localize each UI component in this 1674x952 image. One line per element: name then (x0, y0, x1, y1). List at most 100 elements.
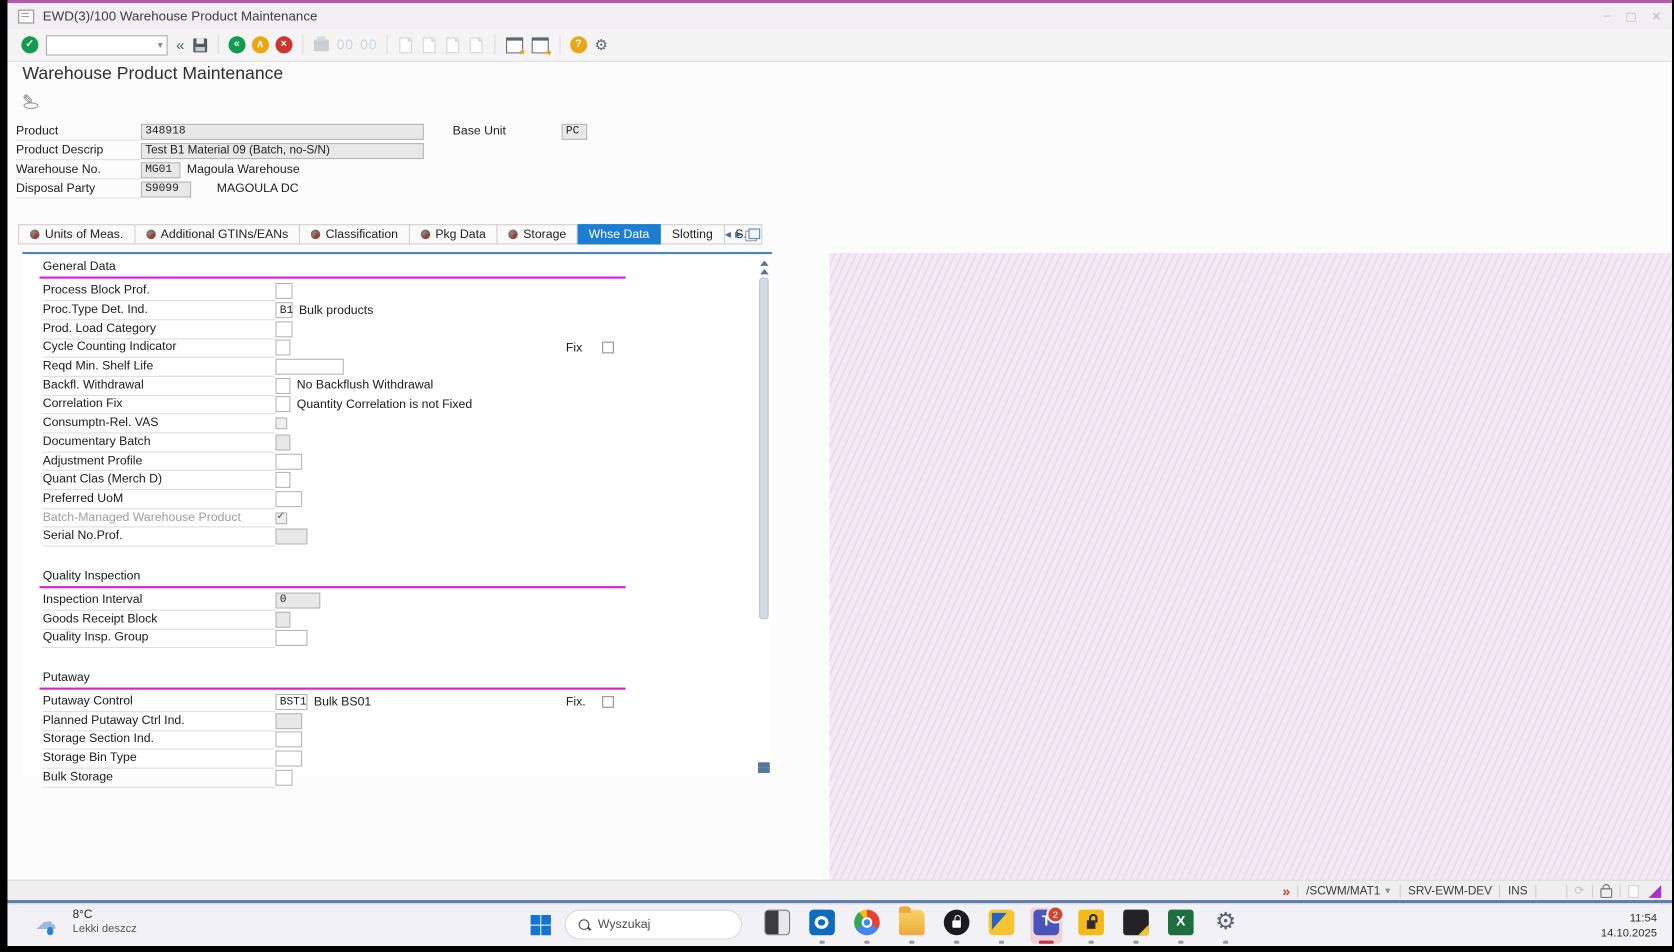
field-input-storage-section-ind[interactable] (275, 731, 303, 748)
exit-button[interactable]: ∧ (251, 36, 269, 54)
back-button[interactable]: « (228, 36, 246, 54)
field-input-putaway-control[interactable]: BST1 (275, 694, 308, 711)
tab-label: Pkg Data (435, 227, 486, 241)
field-input-inspection-interval[interactable]: 0 (275, 592, 321, 609)
tab-scroll-left-icon[interactable]: ◂ (725, 227, 731, 241)
field-input-cycle-counting-indicator[interactable] (275, 339, 291, 356)
notification-badge: 2 (1046, 905, 1065, 924)
field-input-bulk-storage[interactable] (275, 769, 293, 786)
shortcut-button[interactable]: ➜ (531, 36, 552, 57)
file-explorer-icon[interactable] (896, 906, 928, 944)
field-input-quality-insp-group[interactable] (275, 630, 308, 647)
search-icon (578, 919, 590, 930)
sap-logon-icon[interactable] (985, 908, 1017, 944)
tab-slotting[interactable]: Slotting (661, 224, 725, 245)
field-input-proc-type-det-ind[interactable]: B1 (275, 302, 293, 319)
save-button[interactable] (193, 37, 207, 52)
excel-icon[interactable] (1165, 908, 1197, 944)
cancel-button[interactable]: × (275, 36, 293, 54)
vertical-scrollbar-bottom[interactable] (758, 762, 770, 773)
disposal-party-field[interactable]: S9099 (140, 180, 192, 197)
field-input-storage-bin-type[interactable] (275, 750, 303, 767)
sap-logon-icon (988, 909, 1015, 936)
field-input-backfl-withdrawal[interactable] (275, 377, 291, 394)
scroll-up-icon[interactable] (759, 269, 769, 275)
customize-button[interactable]: ⚙ (594, 37, 607, 52)
background-pattern (829, 253, 1672, 880)
teams-icon[interactable]: 2 (1030, 905, 1065, 944)
field-input-prod-load-category[interactable] (275, 321, 293, 338)
fix-checkbox[interactable] (602, 342, 614, 354)
field-input-correlation-fix[interactable] (275, 396, 291, 413)
collapse-command-icon[interactable]: « (176, 37, 184, 52)
status-bar: » /SCWM/MAT1 ▼ SRV-EWM-DEV INS ⟳ (7, 879, 1672, 902)
keepass-icon[interactable] (1075, 908, 1107, 944)
help-button[interactable]: ? (569, 36, 587, 54)
taskbar-clock[interactable]: 11:54 14.10.2025 (1601, 911, 1657, 941)
tab-additional-gtins-eans[interactable]: Additional GTINs/EANs (135, 224, 301, 245)
field-input-reqd-min-shelf-life[interactable] (275, 358, 344, 375)
settings-icon[interactable] (1210, 908, 1242, 944)
close-button[interactable]: ✕ (1651, 9, 1661, 23)
taskbar-search[interactable]: Wyszukaj (564, 909, 743, 940)
unlock-icon (1600, 884, 1613, 898)
field-input-planned-putaway-ctrl-ind[interactable] (275, 712, 303, 729)
header-row-disposal-party: Disposal Party S9099 MAGOULA DC (16, 180, 299, 199)
tab-whse-data[interactable]: Whse Data (577, 224, 662, 245)
chevron-down-icon[interactable]: ▼ (156, 40, 167, 50)
field-input-preferred-uom[interactable] (275, 491, 303, 508)
field-row: Preferred UoM (42, 490, 772, 510)
product-field[interactable]: 348918 (140, 123, 424, 140)
command-input[interactable] (46, 37, 156, 52)
vertical-scrollbar[interactable] (758, 257, 770, 772)
field-input-quant-clas-merch-d[interactable] (275, 472, 291, 489)
weather-temp: 8°C (72, 908, 93, 922)
field-input-process-block-prof[interactable] (275, 283, 293, 300)
maximize-button[interactable]: ▢ (1625, 9, 1636, 23)
field-label-bulk-storage: Bulk Storage (42, 768, 276, 788)
field-label-process-block-prof: Process Block Prof. (42, 281, 276, 302)
desktop: EWD(3)/100 Warehouse Product Maintenance… (0, 0, 1674, 952)
screen-title: Warehouse Product Maintenance (22, 64, 284, 84)
field-input-serial-no-prof[interactable] (275, 528, 308, 545)
start-button[interactable] (530, 914, 551, 936)
field-row: Proc.Type Det. Ind. B1 Bulk products (42, 301, 772, 321)
minimize-button[interactable]: – (1604, 10, 1611, 23)
status-expand-icon[interactable]: » (1282, 883, 1290, 899)
section-title: Quality Inspection (42, 569, 141, 583)
command-field[interactable]: ▼ (45, 34, 168, 55)
previous-page-button (422, 36, 436, 53)
new-session-button[interactable]: ★ (505, 36, 526, 56)
status-system-field[interactable]: /SCWM/MAT1 ▼ (1306, 885, 1392, 898)
teams-icon: 2 (1033, 905, 1065, 936)
chrome-icon[interactable] (851, 908, 883, 944)
tab-overview-icon[interactable] (745, 228, 761, 242)
product-descrip-field[interactable]: Test B1 Material 09 (Batch, no-S/N) (140, 142, 424, 159)
warehouse-no-field[interactable]: MG01 (140, 161, 181, 178)
tab-classification[interactable]: Classification (300, 224, 410, 245)
display-change-icon[interactable]: ✎ (22, 92, 41, 109)
field-row: Consumptn-Rel. VAS (42, 414, 772, 434)
tab-storage[interactable]: Storage (497, 224, 578, 245)
field-input-adjustment-profile[interactable] (275, 453, 303, 470)
field-input-documentary-batch[interactable] (275, 434, 291, 451)
tab-scroll-right-icon[interactable]: ▸ (735, 227, 741, 241)
fix-checkbox[interactable] (602, 696, 614, 708)
tab-pkg-data[interactable]: Pkg Data (409, 224, 498, 245)
field-label-batch-managed-warehouse-product: Batch-Managed Warehouse Product (42, 508, 276, 528)
base-unit-field[interactable]: PC (561, 123, 588, 140)
scrollbar-thumb[interactable] (759, 277, 769, 620)
app-window-dark-icon[interactable] (761, 908, 793, 944)
notes-app-icon[interactable] (1120, 908, 1152, 944)
scroll-down-icon[interactable] (758, 767, 770, 773)
field-input-goods-receipt-block[interactable] (275, 611, 291, 628)
field-row: Storage Bin Type (42, 749, 772, 769)
enter-button[interactable]: ✓ (21, 36, 39, 54)
tab-label: Additional GTINs/EANs (160, 227, 289, 241)
tab-units-of-meas[interactable]: Units of Meas. (18, 224, 136, 245)
window-title: EWD(3)/100 Warehouse Product Maintenance (42, 8, 318, 24)
outlook-icon[interactable] (806, 908, 838, 944)
scroll-up-icon[interactable] (759, 260, 769, 266)
privacy-lock-app-icon[interactable] (941, 908, 973, 944)
taskbar-weather-widget[interactable]: ☁ 8°C Lekki deszcz (35, 909, 137, 937)
